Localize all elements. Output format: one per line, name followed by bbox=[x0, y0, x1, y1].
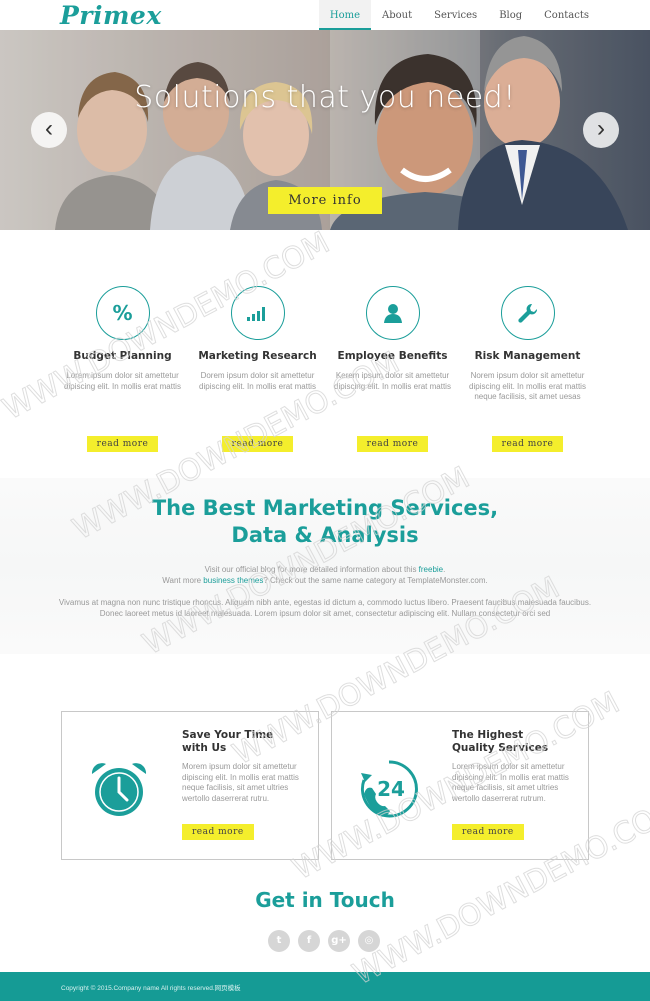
service-box-quality: 24 The Highest Quality Services Lorem ips… bbox=[331, 711, 589, 860]
nav-contacts[interactable]: Contacts bbox=[533, 0, 600, 30]
chevron-right-icon[interactable]: › bbox=[583, 112, 619, 148]
nav-services[interactable]: Services bbox=[423, 0, 488, 30]
twitter-icon[interactable]: t bbox=[268, 930, 290, 952]
box-title: The Highest Quality Services bbox=[452, 729, 549, 754]
percent-icon: % bbox=[95, 286, 150, 340]
social-links: t f g+ ◎ bbox=[268, 930, 388, 952]
hero-title: Solutions that you need! bbox=[134, 80, 516, 115]
box-title: Save Your Time with Us bbox=[182, 729, 274, 754]
feature-risk-management: Risk Management Norem ipsum dolor sit am… bbox=[460, 286, 595, 452]
copyright-text: Copyright © 2015.Company name All rights… bbox=[61, 985, 241, 992]
read-more-button[interactable]: read more bbox=[356, 436, 429, 452]
more-info-button[interactable]: More info bbox=[268, 187, 382, 214]
read-more-button[interactable]: read more bbox=[452, 824, 524, 840]
alarm-clock-icon bbox=[91, 763, 147, 816]
box-text: Morem ipsum dolor sit amettetur dipiscin… bbox=[182, 762, 299, 803]
hero-slider: Solutions that you need! More info ‹ › bbox=[0, 30, 650, 230]
get-in-touch-title: Get in Touch bbox=[255, 888, 395, 912]
read-more-button[interactable]: read more bbox=[221, 436, 294, 452]
nav-about[interactable]: About bbox=[371, 0, 423, 30]
business-themes-link[interactable]: business themes bbox=[203, 576, 263, 585]
read-more-button[interactable]: read more bbox=[182, 824, 254, 840]
footer: Copyright © 2015.Company name All rights… bbox=[0, 972, 650, 1001]
feature-text: Dorem ipsum dolor sit amettetur dipiscin… bbox=[199, 371, 316, 391]
features-row: % Budget Planning Lorem ipsum dolor sit … bbox=[55, 286, 595, 452]
svg-text:24: 24 bbox=[377, 777, 405, 801]
chevron-left-icon[interactable]: ‹ bbox=[31, 112, 67, 148]
marketing-paragraph: Vivamus at magna non nunc tristique rhon… bbox=[58, 598, 592, 618]
feature-marketing-research: Marketing Research Dorem ipsum dolor sit… bbox=[190, 286, 325, 452]
read-more-button[interactable]: read more bbox=[491, 436, 564, 452]
feature-text: Norem ipsum dolor sit amettetur dipiscin… bbox=[469, 371, 586, 401]
service-box-save-time: Save Your Time with Us Morem ipsum dolor … bbox=[61, 711, 319, 860]
bar-chart-icon bbox=[230, 286, 285, 340]
phone-24-icon: 24 bbox=[360, 760, 418, 818]
instagram-icon[interactable]: ◎ bbox=[358, 930, 380, 952]
feature-title: Risk Management bbox=[474, 350, 581, 362]
user-icon bbox=[365, 286, 420, 340]
marketing-title: The Best Marketing Services, Data & Analy… bbox=[151, 496, 499, 547]
feature-budget-planning: % Budget Planning Lorem ipsum dolor sit … bbox=[55, 286, 190, 452]
google-plus-icon[interactable]: g+ bbox=[328, 930, 350, 952]
nav-home[interactable]: Home bbox=[318, 0, 372, 30]
freebie-link[interactable]: freebie bbox=[419, 565, 443, 574]
marketing-section: The Best Marketing Services, Data & Analy… bbox=[0, 478, 650, 654]
main-menu: Home About Services Blog Contacts bbox=[318, 0, 600, 30]
feature-title: Marketing Research bbox=[198, 350, 317, 362]
top-navigation: Primex Home About Services Blog Contacts bbox=[0, 0, 650, 30]
feature-text: Lorem ipsum dolor sit amettetur dipiscin… bbox=[64, 371, 181, 391]
feature-employee-benefits: Employee Benefits Kerem ipsum dolor sit … bbox=[325, 286, 460, 452]
facebook-icon[interactable]: f bbox=[298, 930, 320, 952]
logo[interactable]: Primex bbox=[60, 1, 162, 30]
feature-text: Kerem ipsum dolor sit amettetur dipiscin… bbox=[334, 371, 451, 391]
feature-title: Employee Benefits bbox=[337, 350, 448, 362]
nav-blog[interactable]: Blog bbox=[488, 0, 533, 30]
wrench-icon bbox=[500, 286, 555, 340]
marketing-links: Visit our official blog for more detaile… bbox=[162, 565, 488, 585]
feature-title: Budget Planning bbox=[73, 350, 172, 362]
box-text: Lorem ipsum dolor sit amettetur dipiscin… bbox=[452, 762, 569, 803]
read-more-button[interactable]: read more bbox=[86, 436, 159, 452]
